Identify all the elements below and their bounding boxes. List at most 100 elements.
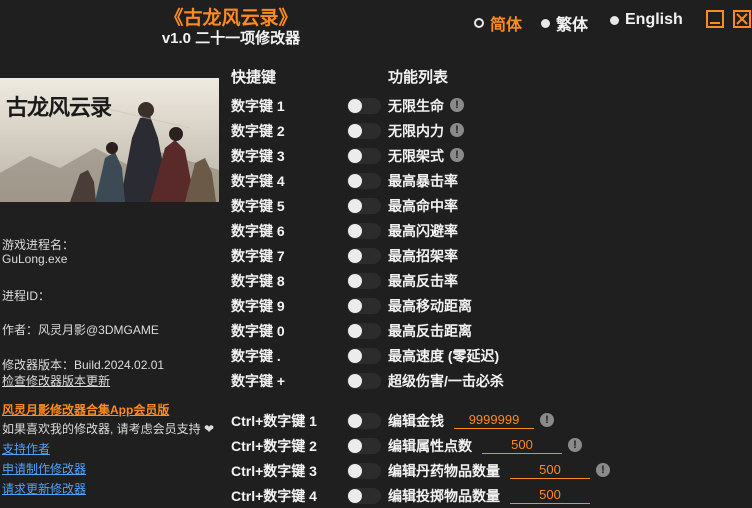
function-label: 最高暴击率	[388, 173, 458, 189]
hotkey-label: 数字键 5	[231, 198, 285, 214]
hotkey-label: 数字键 6	[231, 223, 285, 239]
cheat-row: 数字键 8 最高反击率	[0, 268, 752, 293]
cheat-row: 数字键 0 最高反击距离	[0, 318, 752, 343]
toggle-knob	[348, 224, 362, 238]
function-label: 无限内力	[388, 123, 444, 139]
app-subtitle: v1.0 二十一项修改器	[161, 30, 301, 47]
cheat-toggle[interactable]	[347, 348, 381, 364]
hotkey-label: 数字键 7	[231, 248, 285, 264]
hotkey-label: 数字键 3	[231, 148, 285, 164]
toggle-knob	[348, 349, 362, 363]
warning-icon[interactable]: !	[450, 148, 464, 162]
hotkey-label: 数字键 .	[231, 348, 281, 364]
warning-icon[interactable]: !	[450, 123, 464, 137]
function-label: 编辑丹药物品数量	[388, 463, 500, 479]
toggle-knob	[348, 464, 362, 478]
toggle-knob	[348, 299, 362, 313]
toggle-knob	[348, 149, 362, 163]
radio-icon	[610, 15, 619, 25]
function-label: 编辑金钱	[388, 413, 444, 429]
function-column-header: 功能列表	[388, 69, 449, 86]
hotkey-label: Ctrl+数字键 2	[231, 438, 317, 454]
function-label: 编辑属性点数	[388, 438, 472, 454]
toggle-knob	[348, 274, 362, 288]
toggle-knob	[348, 124, 362, 138]
value-input[interactable]: 500	[482, 436, 562, 454]
cheat-toggle[interactable]	[347, 148, 381, 164]
toggle-knob	[348, 414, 362, 428]
hotkey-label: Ctrl+数字键 1	[231, 413, 317, 429]
cheat-toggle[interactable]	[347, 223, 381, 239]
function-label: 超级伤害/一击必杀	[388, 373, 504, 389]
warning-icon[interactable]: !	[568, 438, 582, 452]
function-label: 最高移动距离	[388, 298, 472, 314]
hotkey-label: 数字键 1	[231, 98, 285, 114]
toggle-knob	[348, 249, 362, 263]
toggle-knob	[348, 199, 362, 213]
cheat-toggle[interactable]	[347, 298, 381, 314]
hotkey-label: 数字键 0	[231, 323, 285, 339]
hotkey-column-header: 快捷键	[231, 69, 277, 86]
radio-icon	[474, 18, 484, 28]
cheat-toggle[interactable]	[347, 273, 381, 289]
cheat-row: 数字键 4 最高暴击率	[0, 168, 752, 193]
cheat-toggle[interactable]	[347, 373, 381, 389]
toggle-knob	[348, 174, 362, 188]
lang-option-english[interactable]: English	[610, 11, 683, 29]
cheat-toggle[interactable]	[347, 173, 381, 189]
value-input[interactable]: 500	[510, 461, 590, 479]
cheat-toggle[interactable]	[347, 413, 381, 429]
value-input[interactable]: 9999999	[454, 411, 534, 429]
close-icon[interactable]	[733, 10, 751, 28]
cheat-toggle[interactable]	[347, 98, 381, 114]
function-label: 最高命中率	[388, 198, 458, 214]
lang-option-simplified[interactable]: 简体	[474, 11, 522, 35]
warning-icon[interactable]: !	[540, 413, 554, 427]
toggle-knob	[348, 374, 362, 388]
cheat-row: 数字键 + 超级伤害/一击必杀	[0, 368, 752, 393]
function-label: 最高速度 (零延迟)	[388, 348, 500, 364]
app-title: 《古龙风云录》	[164, 8, 298, 29]
cheat-row: 数字键 1 无限生命!	[0, 93, 752, 118]
function-label: 最高反击率	[388, 273, 458, 289]
radio-icon	[541, 18, 550, 28]
cheat-row: 数字键 7 最高招架率	[0, 243, 752, 268]
function-label: 无限生命	[388, 98, 444, 114]
cheat-toggle[interactable]	[347, 123, 381, 139]
hotkey-label: Ctrl+数字键 3	[231, 463, 317, 479]
cheat-row: 数字键 9 最高移动距离	[0, 293, 752, 318]
cheat-toggle[interactable]	[347, 323, 381, 339]
hotkey-label: 数字键 9	[231, 298, 285, 314]
value-input[interactable]: 500	[510, 486, 590, 504]
minimize-icon[interactable]	[706, 10, 724, 28]
hotkey-label: 数字键 4	[231, 173, 285, 189]
hotkey-label: 数字键 8	[231, 273, 285, 289]
cheat-row: 数字键 2 无限内力!	[0, 118, 752, 143]
hotkey-label: 数字键 2	[231, 123, 285, 139]
cheat-toggle[interactable]	[347, 438, 381, 454]
cheat-row-edit: Ctrl+数字键 1 编辑金钱 9999999!	[0, 408, 752, 433]
cheat-row-edit: Ctrl+数字键 4 编辑投掷物品数量 500	[0, 483, 752, 508]
lang-option-traditional[interactable]: 繁体	[541, 11, 588, 35]
lang-label: 简体	[490, 17, 523, 34]
lang-label: 繁体	[556, 17, 589, 34]
cheat-row-edit: Ctrl+数字键 2 编辑属性点数 500!	[0, 433, 752, 458]
cheat-row: 数字键 6 最高闪避率	[0, 218, 752, 243]
warning-icon[interactable]: !	[596, 463, 610, 477]
cheat-row: 数字键 3 无限架式!	[0, 143, 752, 168]
hotkey-label: Ctrl+数字键 4	[231, 488, 317, 504]
toggle-knob	[348, 99, 362, 113]
toggle-knob	[348, 489, 362, 503]
cheat-toggle[interactable]	[347, 488, 381, 504]
cheat-toggle[interactable]	[347, 198, 381, 214]
cheat-row-edit: Ctrl+数字键 3 编辑丹药物品数量 500!	[0, 458, 752, 483]
function-label: 最高闪避率	[388, 223, 458, 239]
function-label: 最高反击距离	[388, 323, 472, 339]
toggle-knob	[348, 439, 362, 453]
lang-label: English	[625, 11, 683, 28]
cheat-toggle[interactable]	[347, 248, 381, 264]
function-label: 无限架式	[388, 148, 444, 164]
cheat-row: 数字键 5 最高命中率	[0, 193, 752, 218]
cheat-toggle[interactable]	[347, 463, 381, 479]
warning-icon[interactable]: !	[450, 98, 464, 112]
